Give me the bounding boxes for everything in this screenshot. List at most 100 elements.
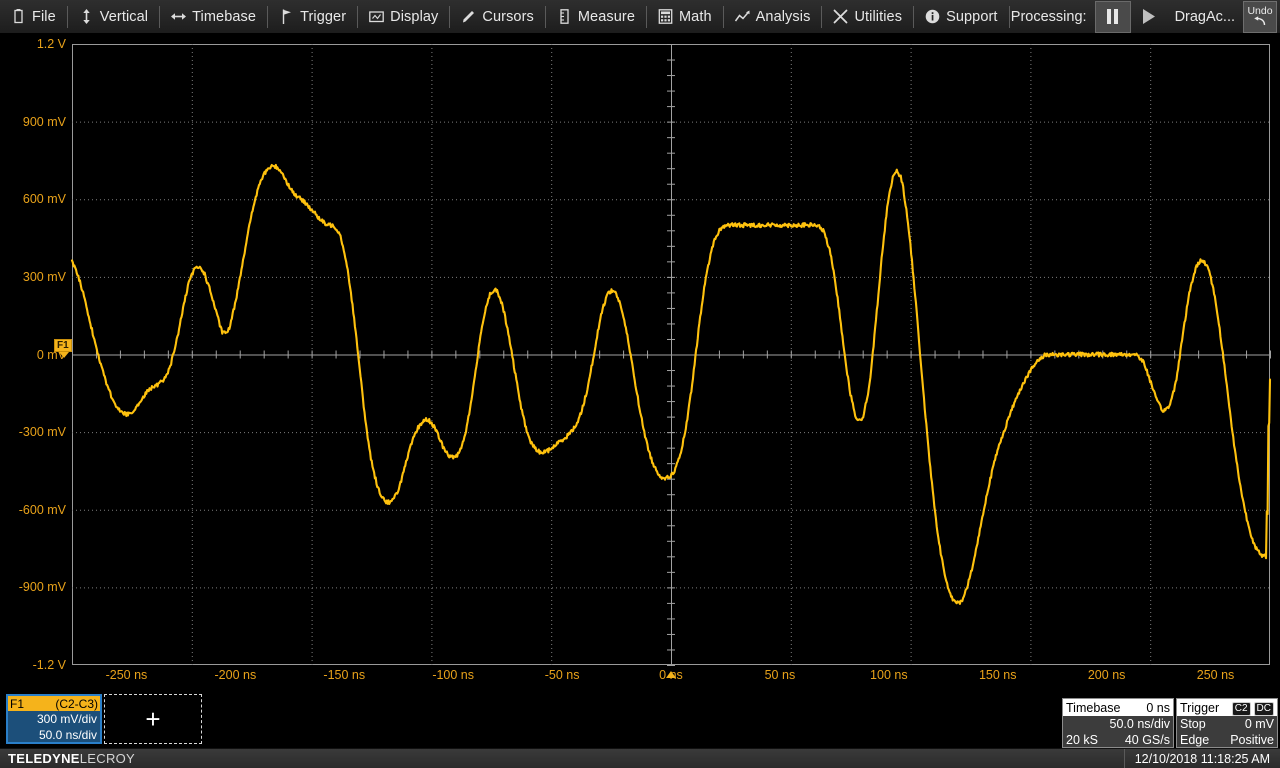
trigger-chips: C2 DC: [1229, 700, 1274, 716]
x-axis-tick-label: -200 ns: [214, 668, 257, 682]
undo-label: Undo: [1247, 4, 1273, 17]
x-axis-tick-label: 100 ns: [870, 668, 908, 682]
menu-bar: File Vertical Timebase Trigger Display Cursor…: [0, 0, 1280, 34]
menu-item-utilities[interactable]: Utilities: [822, 0, 913, 34]
processing-label: Processing:: [1010, 8, 1087, 25]
timebase-sample-rate: 40 GS/s: [1124, 733, 1170, 747]
datetime-display: 12/10/2018 11:18:25 AM: [1123, 748, 1280, 768]
processing-controls: Processing: DragAc... Undo: [1011, 0, 1280, 34]
analysis-graph-icon: [734, 9, 750, 24]
trigger-title: Trigger: [1180, 700, 1220, 715]
x-axis-tick-label: 150 ns: [978, 668, 1017, 682]
grid-and-waveform: [70, 44, 1272, 666]
trigger-flag-icon: [279, 9, 294, 24]
x-axis-tick-label: -100 ns: [432, 668, 475, 682]
menu-item-label: Support: [946, 8, 998, 25]
x-axis-tick-label: 200 ns: [1087, 668, 1126, 682]
trace-descriptor-header: F1 (C2-C3): [8, 696, 100, 711]
trigger-source-chip: C2: [1231, 701, 1251, 716]
y-axis-tick-label: 1.2 V: [36, 37, 66, 51]
trigger-state-row: Stop 0 mV: [1177, 716, 1277, 732]
trace-source: (C2-C3): [55, 696, 98, 711]
menu-separator: [1008, 5, 1010, 28]
display-screen-icon: [369, 9, 385, 24]
trigger-type-row: Edge Positive: [1177, 732, 1277, 748]
menu-item-timebase[interactable]: Timebase: [160, 0, 267, 34]
drag-action-label[interactable]: DragAc...: [1167, 9, 1243, 25]
trigger-coupling-chip: DC: [1253, 701, 1274, 716]
trigger-panel[interactable]: Trigger C2 DC Stop 0 mV Edge Positive: [1176, 698, 1278, 748]
trigger-type: Edge: [1180, 733, 1210, 747]
horizontal-arrows-icon: [171, 9, 187, 24]
status-bar: TELEDYNELECROY 12/10/2018 11:18:25 AM: [0, 748, 1280, 768]
menu-item-file[interactable]: File: [0, 0, 67, 34]
menu-item-cursors[interactable]: Cursors: [450, 0, 544, 34]
x-axis-tick-label: 250 ns: [1196, 668, 1235, 682]
utilities-wrench-icon: [833, 9, 848, 24]
trigger-level: 0 mV: [1244, 717, 1274, 731]
x-axis-tick-label: -50 ns: [544, 668, 580, 682]
timebase-acq-row: 20 kS 40 GS/s: [1063, 732, 1173, 748]
trace-descriptor-f1[interactable]: F1 (C2-C3) 300 mV/div 50.0 ns/div: [6, 694, 102, 744]
y-axis-tick-label: 900 mV: [22, 114, 66, 129]
ground-level-pointer: [59, 351, 69, 358]
brand-logo: TELEDYNELECROY: [0, 751, 135, 766]
undo-button[interactable]: Undo: [1243, 0, 1277, 33]
menu-item-vertical[interactable]: Vertical: [68, 0, 159, 34]
trace-name: F1: [10, 696, 25, 711]
x-axis-tick-label: -250 ns: [105, 668, 148, 682]
menu-item-label: Cursors: [482, 8, 534, 25]
oscilloscope-app: File Vertical Timebase Trigger Display Cursor…: [0, 0, 1280, 768]
menu-item-label: Measure: [577, 8, 635, 25]
math-calculator-icon: [658, 9, 673, 24]
trigger-position-marker[interactable]: [666, 671, 676, 678]
menu-item-support[interactable]: Support: [914, 0, 1009, 34]
menu-item-label: Vertical: [99, 8, 149, 25]
menu-item-measure[interactable]: Measure: [546, 0, 646, 34]
y-axis-tick-label: 600 mV: [22, 192, 66, 207]
y-axis-tick-label: 300 mV: [22, 269, 66, 284]
timebase-panel[interactable]: Timebase 0 ns 50.0 ns/div 20 kS 40 GS/s: [1062, 698, 1174, 748]
trace-vertical-scale: 300 mV/div: [36, 712, 97, 726]
vertical-arrows-icon: [79, 9, 94, 24]
waveform-graph-area[interactable]: 1.2 V 900 mV 600 mV 300 mV 0 mV -300 mV -600 m…: [0, 34, 1280, 690]
menu-item-label: File: [32, 8, 56, 25]
trigger-panel-header: Trigger C2 DC: [1177, 699, 1277, 716]
menu-item-label: Analysis: [755, 8, 811, 25]
play-icon[interactable]: [1131, 1, 1167, 33]
y-axis-tick-label: -900 mV: [18, 580, 66, 595]
trace-horizontal-scale: 50.0 ns/div: [38, 728, 97, 742]
menu-item-label: Display: [390, 8, 439, 25]
x-axis-tick-label: -150 ns: [323, 668, 366, 682]
y-axis-tick-label: -300 mV: [18, 425, 66, 440]
add-trace-button[interactable]: +: [104, 694, 202, 744]
support-info-icon: [925, 9, 940, 24]
timebase-memory: 20 kS: [1066, 733, 1098, 747]
menu-item-label: Math: [679, 8, 712, 25]
pause-icon[interactable]: [1094, 0, 1131, 33]
measure-ruler-icon: [557, 9, 572, 24]
menu-item-label: Utilities: [854, 8, 903, 25]
file-icon: [11, 9, 26, 24]
menu-item-math[interactable]: Math: [647, 0, 723, 34]
timebase-scale-row: 50.0 ns/div: [1063, 716, 1173, 732]
undo-arrow-icon: [1254, 16, 1266, 26]
menu-item-label: Trigger: [300, 8, 347, 25]
timebase-scale: 50.0 ns/div: [1109, 717, 1170, 731]
menu-item-label: Timebase: [192, 8, 257, 25]
trigger-state: Stop: [1180, 717, 1206, 731]
brand-light: LECROY: [79, 751, 136, 766]
brand-bold: TELEDYNE: [8, 751, 80, 766]
y-axis-tick-label: -600 mV: [18, 502, 66, 517]
timebase-delay: 0 ns: [1146, 700, 1170, 715]
timebase-title: Timebase: [1066, 700, 1121, 715]
y-axis-tick-label: -1.2 V: [32, 658, 66, 672]
timebase-panel-header: Timebase 0 ns: [1063, 699, 1173, 716]
menu-item-trigger[interactable]: Trigger: [268, 0, 357, 34]
x-axis-tick-label: 50 ns: [764, 668, 796, 682]
cursor-pencil-icon: [461, 9, 476, 24]
trigger-slope: Positive: [1230, 733, 1274, 747]
ground-level-marker[interactable]: F1: [54, 338, 72, 352]
menu-item-analysis[interactable]: Analysis: [724, 0, 822, 34]
menu-item-display[interactable]: Display: [358, 0, 449, 34]
